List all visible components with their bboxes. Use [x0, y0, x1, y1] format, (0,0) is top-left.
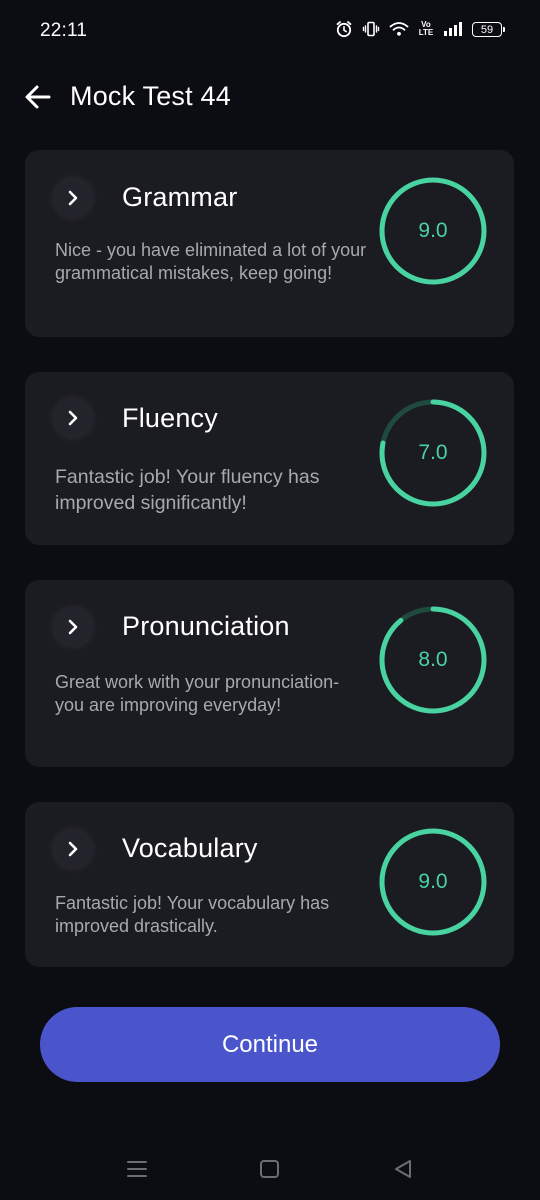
score-value: 9.0: [418, 219, 448, 242]
alarm-icon: [335, 20, 353, 38]
score-value: 8.0: [418, 648, 448, 671]
back-nav-button[interactable]: [390, 1156, 416, 1182]
score-card-pronunciation[interactable]: Pronunciation Great work with your pronu…: [25, 580, 514, 767]
score-value: 9.0: [418, 870, 448, 893]
page-title: Mock Test 44: [70, 81, 231, 111]
recents-button[interactable]: [124, 1156, 150, 1182]
score-card-grammar[interactable]: Grammar Nice - you have eliminated a lot…: [25, 150, 514, 337]
chevron-right-icon: [68, 841, 78, 857]
card-title: Fluency: [122, 403, 218, 433]
chevron-right-icon: [68, 619, 78, 635]
status-time: 22:11: [40, 20, 88, 41]
continue-button[interactable]: Continue: [40, 1007, 500, 1082]
card-title: Vocabulary: [122, 833, 258, 863]
header: Mock Test 44: [0, 72, 540, 122]
score-value: 7.0: [418, 441, 448, 464]
status-bar: 22:11 Vo LTE 59: [0, 0, 540, 62]
screen: 22:11 Vo LTE 59 Mock Test 44 Grammar Nic…: [0, 0, 540, 1200]
signal-icon: [443, 22, 463, 36]
home-button[interactable]: [257, 1156, 283, 1182]
back-button[interactable]: [22, 82, 54, 112]
card-title: Pronunciation: [122, 611, 290, 641]
card-description: Nice - you have eliminated a lot of your…: [55, 240, 367, 283]
menu-lines-icon: [127, 1161, 147, 1177]
score-card-vocabulary[interactable]: Vocabulary Fantastic job! Your vocabular…: [25, 802, 514, 967]
card-description: Fantastic job! Your fluency has improved…: [55, 466, 320, 514]
chevron-right-icon: [68, 190, 78, 206]
status-icons: Vo LTE 59: [335, 20, 505, 38]
battery-icon: 59: [472, 21, 505, 37]
expand-button[interactable]: [55, 609, 91, 645]
card-description: Fantastic job! Your vocabulary has impro…: [55, 893, 330, 936]
score-ring: 7.0: [377, 397, 489, 509]
square-icon: [260, 1160, 279, 1178]
chevron-right-icon: [68, 410, 78, 426]
card-title: Grammar: [122, 182, 238, 212]
score-ring: 8.0: [377, 604, 489, 716]
arrow-left-icon: [25, 85, 51, 109]
score-ring: 9.0: [377, 175, 489, 287]
card-description: Great work with your pronunciation- you …: [55, 672, 340, 715]
score-ring: 9.0: [377, 826, 489, 938]
triangle-back-icon: [395, 1160, 411, 1178]
vibrate-icon: [362, 20, 380, 38]
score-card-fluency[interactable]: Fluency Fantastic job! Your fluency has …: [25, 372, 514, 545]
wifi-icon: [389, 21, 409, 37]
expand-button[interactable]: [55, 180, 91, 216]
navigation-bar: [0, 1140, 540, 1200]
volte-indicator: Vo LTE: [418, 20, 434, 37]
expand-button[interactable]: [55, 400, 91, 436]
expand-button[interactable]: [55, 831, 91, 867]
